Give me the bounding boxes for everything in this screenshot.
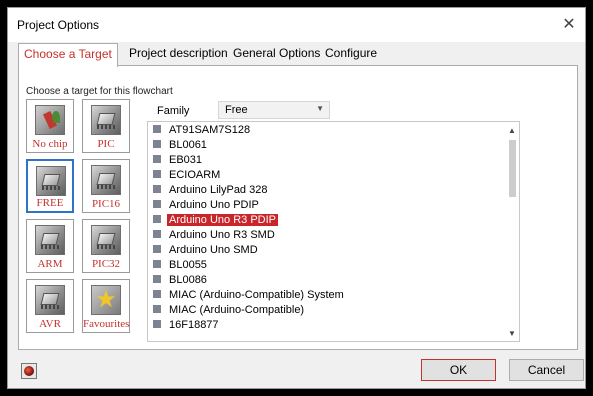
choose-target-label: Choose a target for this flowchart	[26, 86, 173, 97]
target-label: ARM	[37, 258, 63, 270]
tab-choose-a-target[interactable]: Choose a Target	[18, 43, 118, 67]
project-options-dialog: Project Options ✕ Choose a Target Projec…	[7, 7, 586, 389]
close-icon[interactable]: ✕	[559, 15, 579, 35]
list-scrollbar[interactable]: ▲ ▼	[506, 122, 519, 341]
list-item[interactable]: Arduino Uno R3 SMD	[153, 229, 277, 241]
title-bar: Project Options ✕	[8, 8, 585, 42]
chip-icon	[36, 166, 66, 196]
list-item[interactable]: BL0055	[153, 259, 209, 271]
device-list: AT91SAM7S128 BL0061 EB031 ECIOARM Arduin…	[147, 121, 520, 342]
target-label: AVR	[39, 318, 61, 330]
no-chip-icon	[35, 105, 65, 135]
tab-project-description[interactable]: Project description	[124, 43, 233, 65]
chip-icon	[91, 225, 121, 255]
target-label: No chip	[32, 138, 68, 150]
list-item[interactable]: MIAC (Arduino-Compatible)	[153, 304, 306, 316]
target-label: FREE	[36, 197, 64, 209]
tab-general-options[interactable]: General Options	[228, 43, 325, 65]
target-label: PIC	[97, 138, 115, 150]
target-arm[interactable]: ARM	[26, 219, 74, 273]
target-pic32[interactable]: PIC32	[82, 219, 130, 273]
app-logo-icon[interactable]	[21, 363, 37, 379]
chip-icon	[91, 165, 121, 195]
list-item[interactable]: Arduino LilyPad 328	[153, 184, 269, 196]
list-item[interactable]: 16F18877	[153, 319, 221, 331]
ok-button[interactable]: OK	[421, 359, 496, 381]
chip-icon	[35, 225, 65, 255]
list-item[interactable]: BL0086	[153, 274, 209, 286]
target-no-chip[interactable]: No chip	[26, 99, 74, 153]
target-label: Favourites	[83, 318, 130, 330]
choose-target-panel: Choose a target for this flowchart No ch…	[18, 65, 578, 350]
star-icon: ★	[91, 285, 121, 315]
family-value: Free	[225, 104, 248, 116]
list-item[interactable]: BL0061	[153, 139, 209, 151]
list-item[interactable]: MIAC (Arduino-Compatible) System	[153, 289, 346, 301]
target-label: PIC16	[91, 198, 121, 210]
family-label: Family	[157, 105, 190, 117]
window-title: Project Options	[17, 18, 100, 32]
target-free[interactable]: FREE	[26, 159, 74, 213]
cancel-button[interactable]: Cancel	[509, 359, 584, 381]
target-pic16[interactable]: PIC16	[82, 159, 130, 213]
scroll-thumb[interactable]	[509, 140, 516, 197]
target-grid: No chip PIC FREE PIC16 ARM PIC32 AVR ★ F…	[26, 99, 131, 333]
target-pic[interactable]: PIC	[82, 99, 130, 153]
target-avr[interactable]: AVR	[26, 279, 74, 333]
list-item[interactable]: ECIOARM	[153, 169, 222, 181]
chip-icon	[91, 105, 121, 135]
list-item[interactable]: AT91SAM7S128	[153, 124, 252, 136]
list-item[interactable]: EB031	[153, 154, 204, 166]
scroll-down-icon[interactable]: ▼	[508, 329, 516, 338]
target-label: PIC32	[91, 258, 121, 270]
target-favourites[interactable]: ★ Favourites	[82, 279, 130, 333]
tab-configure[interactable]: Configure	[320, 43, 382, 65]
chevron-down-icon: ▼	[316, 104, 324, 113]
family-dropdown[interactable]: Free ▼	[218, 101, 330, 119]
list-item[interactable]: Arduino Uno SMD	[153, 244, 260, 256]
list-item-selected[interactable]: Arduino Uno R3 PDIP	[153, 214, 278, 226]
list-item[interactable]: Arduino Uno PDIP	[153, 199, 261, 211]
chip-icon	[35, 285, 65, 315]
scroll-up-icon[interactable]: ▲	[508, 126, 516, 135]
